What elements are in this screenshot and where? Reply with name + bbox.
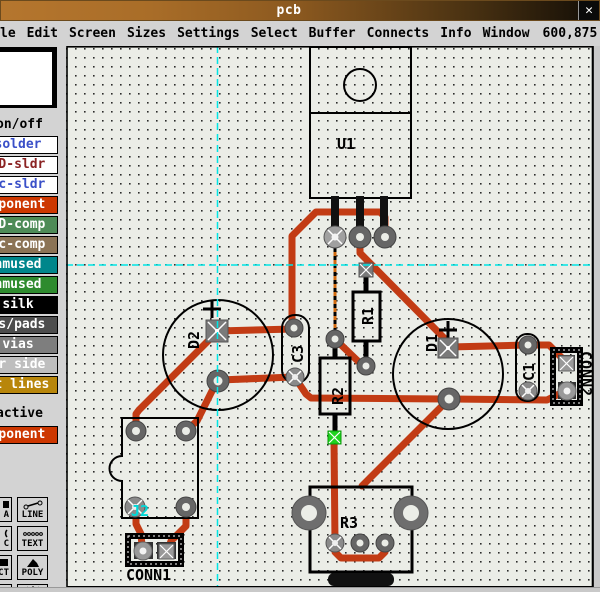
arc-tool-label: C: [4, 539, 9, 549]
layer-sidebar: on/off solder ND-sldr cc-sldr mponent ND-com…: [0, 46, 66, 592]
rect-icon: [0, 557, 9, 568]
vertical-scrollbar[interactable]: [593, 46, 600, 592]
label-r1: R1: [359, 307, 377, 325]
pad-r2-2-selected[interactable]: [328, 431, 341, 444]
label-u1: U1: [337, 135, 355, 153]
via-tool-button[interactable]: A: [0, 497, 12, 522]
window-title: pcb: [1, 3, 577, 18]
menu-item-settings[interactable]: Settings: [177, 26, 240, 41]
pad-r3-1[interactable]: [326, 534, 344, 552]
layer-button-6-nmused[interactable]: nmused: [0, 256, 58, 274]
layer-button-4-nd-comp[interactable]: ND-comp: [0, 216, 58, 234]
line-tool-button[interactable]: LINE: [17, 497, 48, 522]
menu-item-sizes[interactable]: Sizes: [127, 26, 166, 41]
layer-button-11-ar-side[interactable]: ar side: [0, 356, 58, 374]
preview-panel[interactable]: [0, 47, 57, 108]
pad-conn1-2[interactable]: [159, 544, 174, 559]
title-bar[interactable]: pcb ✕: [0, 0, 600, 21]
cursor-position-readout: 600,875: [543, 26, 598, 41]
label-conn1: CONN1: [126, 566, 171, 584]
poly-tool-button[interactable]: POLY: [17, 555, 48, 580]
pad-c3-2[interactable]: [286, 368, 304, 386]
pad-u1-1[interactable]: [324, 226, 346, 248]
onoff-label: on/off: [0, 117, 43, 132]
text-tool-button[interactable]: TEXT: [17, 526, 48, 551]
line-tool-label: LINE: [22, 510, 44, 520]
menu-bar: le Edit Screen Sizes Settings Select Buffer Con…: [0, 21, 600, 46]
pcb-window: pcb ✕ le Edit Screen Sizes Settings Select Buf…: [0, 0, 600, 592]
label-c3: C3: [289, 345, 307, 363]
menu-item-edit[interactable]: Edit: [27, 26, 58, 41]
rect-tool-label: CT: [0, 568, 9, 578]
poly-icon: [24, 557, 42, 568]
layer-button-2-cc-sldr[interactable]: cc-sldr: [0, 176, 58, 194]
menu-item-le[interactable]: le: [0, 26, 16, 41]
arc-tool-button[interactable]: C: [0, 526, 12, 551]
via-icon: [0, 499, 9, 510]
layer-button-8-silk[interactable]: silk: [0, 296, 58, 314]
label-d2: D2: [185, 331, 203, 349]
poly-tool-label: POLY: [22, 568, 44, 578]
layer-button-3-mponent[interactable]: mponent: [0, 196, 58, 214]
pad-conn2-1[interactable]: [559, 356, 574, 371]
tool-palette: A LINE C TEXT CT: [0, 497, 66, 592]
layer-list: solder ND-sldr cc-sldr mponent ND-comp cc-com…: [0, 136, 66, 396]
layer-button-0-solder[interactable]: solder: [0, 136, 58, 154]
label-conn2: CONN2: [577, 351, 593, 396]
pad-c1-2[interactable]: [519, 382, 537, 400]
text-icon: [22, 528, 44, 539]
text-tool-label: TEXT: [22, 539, 44, 549]
horizontal-scrollbar[interactable]: [0, 587, 600, 592]
layer-button-12-at-lines[interactable]: at lines: [0, 376, 58, 394]
menu-item-info[interactable]: Info: [440, 26, 471, 41]
line-icon: [22, 499, 44, 510]
label-d1: D1: [423, 334, 441, 352]
label-j2-selected: J2: [131, 502, 149, 520]
layer-button-9-ns-pads[interactable]: ns/pads: [0, 316, 58, 334]
label-r3: R3: [340, 514, 358, 532]
label-r2: R2: [329, 387, 347, 405]
menu-item-window[interactable]: Window: [483, 26, 530, 41]
layer-button-1-nd-sldr[interactable]: ND-sldr: [0, 156, 58, 174]
rect-tool-button[interactable]: CT: [0, 555, 12, 580]
menu-item-screen[interactable]: Screen: [69, 26, 116, 41]
layer-button-10-vias[interactable]: vias: [0, 336, 58, 354]
board-canvas[interactable]: U1 R1 R2 R3 C3 C1 D1 D2 CONN1 CONN2 J2: [66, 46, 593, 587]
menu-item-buffer[interactable]: Buffer: [309, 26, 356, 41]
arc-icon: [0, 528, 9, 539]
active-label: active: [0, 406, 43, 421]
via-tool-label: A: [4, 510, 9, 520]
menu-item-connects[interactable]: Connects: [367, 26, 430, 41]
label-c1: C1: [520, 363, 538, 381]
layer-button-5-cc-comp[interactable]: cc-comp: [0, 236, 58, 254]
layer-button-7-nmused[interactable]: nmused: [0, 276, 58, 294]
active-layer-button[interactable]: mponent: [0, 426, 58, 444]
close-icon[interactable]: ✕: [578, 1, 599, 20]
pad-d1-plus[interactable]: [438, 338, 458, 358]
menu-item-select[interactable]: Select: [251, 26, 298, 41]
